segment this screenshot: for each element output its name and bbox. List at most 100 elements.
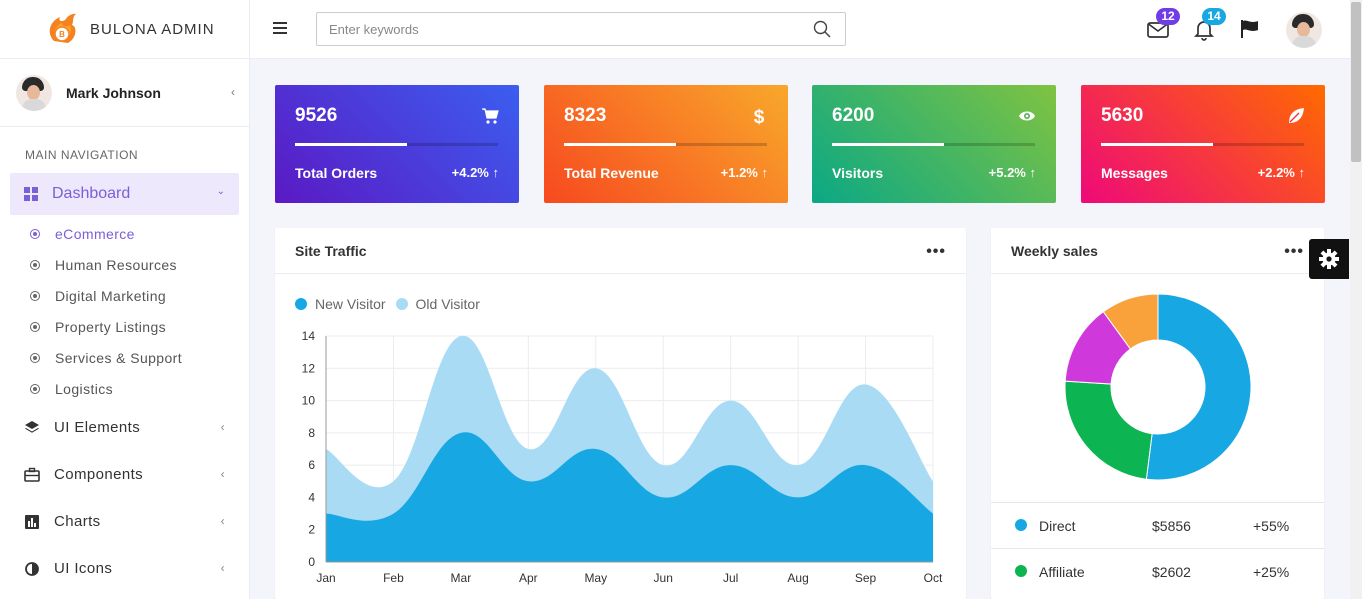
more-options-icon[interactable]: ••• xyxy=(926,243,946,261)
user-avatar[interactable] xyxy=(16,74,52,111)
nav-section-title: MAIN NAVIGATION xyxy=(25,148,139,162)
x-tick-label: Oct xyxy=(924,571,943,585)
contrast-icon xyxy=(25,561,39,576)
x-tick-label: Mar xyxy=(451,571,472,585)
stat-progress xyxy=(564,143,767,146)
stat-progress-fill xyxy=(564,143,676,146)
stat-card-orders: 9526 Total Orders +4.2% ↑ xyxy=(275,85,519,203)
x-tick-label: Feb xyxy=(383,571,404,585)
sidebar-subitem-logistics[interactable]: Logistics xyxy=(0,373,249,404)
sales-amount: $2602 xyxy=(1152,564,1191,580)
brand-name: BULONA ADMIN xyxy=(90,20,215,38)
arrow-up-icon: ↑ xyxy=(1029,165,1037,180)
bar-chart-icon xyxy=(25,514,39,529)
site-traffic-panel: Site Traffic ••• New Visitor Old Visitor… xyxy=(275,228,966,599)
stat-change: +2.2% ↑ xyxy=(1257,165,1306,180)
stat-value: 8323 xyxy=(564,105,607,126)
chevron-left-icon: ‹ xyxy=(220,420,225,434)
sidebar-collapse-icon[interactable]: ‹ xyxy=(231,85,235,99)
x-tick-label: May xyxy=(584,571,607,585)
radio-dot-icon xyxy=(30,383,40,394)
y-tick-label: 6 xyxy=(308,458,315,472)
stat-card-messages: 5630 Messages +2.2% ↑ xyxy=(1081,85,1325,203)
svg-text:B: B xyxy=(59,30,65,39)
x-tick-label: Apr xyxy=(519,571,538,585)
sales-channel: Direct xyxy=(1039,518,1076,534)
chevron-left-icon: ‹ xyxy=(220,561,225,575)
sidebar-subitem-label: Services & Support xyxy=(55,349,183,366)
arrow-up-icon: ↑ xyxy=(492,165,500,180)
y-tick-label: 14 xyxy=(302,329,316,343)
stat-progress xyxy=(1101,143,1304,146)
arrow-up-icon: ↑ xyxy=(1298,165,1306,180)
notification-badge: 14 xyxy=(1202,8,1226,25)
settings-button[interactable] xyxy=(1309,239,1349,279)
sidebar-subitem-property-listings[interactable]: Property Listings xyxy=(0,311,249,342)
dashboard-submenu: eCommerce Human Resources Digital Market… xyxy=(0,215,249,404)
search-input[interactable] xyxy=(317,13,777,45)
radio-dot-icon xyxy=(30,259,40,270)
sidebar-subitem-ecommerce[interactable]: eCommerce xyxy=(0,218,249,249)
svg-text:$: $ xyxy=(754,107,765,125)
x-tick-label: Aug xyxy=(787,571,808,585)
donut-slice-0 xyxy=(1145,293,1252,481)
radio-dot-icon xyxy=(30,352,40,363)
y-tick-label: 2 xyxy=(308,523,315,537)
sales-percent: +25% xyxy=(1253,564,1290,580)
stat-progress xyxy=(832,143,1035,146)
x-tick-label: Jul xyxy=(723,571,738,585)
topbar: 12 14 xyxy=(250,0,1350,59)
y-tick-label: 8 xyxy=(308,426,315,440)
sidebar-item-charts[interactable]: Charts ‹ xyxy=(0,498,249,545)
sidebar-item-label: UI Icons xyxy=(54,560,113,577)
sidebar-item-ui-elements[interactable]: UI Elements ‹ xyxy=(0,404,249,451)
stat-label: Total Revenue xyxy=(564,165,659,181)
radio-dot-icon xyxy=(30,290,40,301)
stat-card-revenue: 8323 $ Total Revenue +1.2% ↑ xyxy=(544,85,788,203)
stat-label: Messages xyxy=(1101,165,1168,181)
stat-progress-fill xyxy=(1101,143,1213,146)
user-box: Mark Johnson ‹ xyxy=(0,59,249,127)
language-button[interactable] xyxy=(1238,17,1262,41)
menu-toggle-icon[interactable] xyxy=(273,22,287,34)
x-tick-label: Sep xyxy=(855,571,877,585)
logo-icon: B xyxy=(49,13,76,43)
stat-change: +1.2% ↑ xyxy=(720,165,768,180)
x-tick-label: Jun xyxy=(654,571,673,585)
panel-header: Weekly sales ••• xyxy=(991,228,1324,274)
y-tick-label: 10 xyxy=(302,394,316,408)
sidebar-item-dashboard[interactable]: Dashboard ⌄ xyxy=(10,173,239,215)
sidebar: B BULONA ADMIN Mark Johnson ‹ MAIN NAVIG… xyxy=(0,0,250,599)
eye-icon xyxy=(1019,111,1035,121)
sidebar-item-label: Charts xyxy=(54,513,101,530)
scrollbar-thumb[interactable] xyxy=(1351,2,1361,162)
page-scrollbar[interactable] xyxy=(1350,0,1362,599)
more-options-icon[interactable]: ••• xyxy=(1284,243,1304,261)
panel-header: Site Traffic ••• xyxy=(275,228,966,274)
sales-amount: $5856 xyxy=(1152,518,1191,534)
sales-row-affiliate: Affiliate $2602 +25% xyxy=(991,548,1324,594)
mail-button[interactable]: 12 xyxy=(1146,8,1180,41)
sidebar-subitem-label: Human Resources xyxy=(55,256,177,273)
sidebar-item-ui-icons[interactable]: UI Icons ‹ xyxy=(0,545,249,592)
dashboard-icon xyxy=(24,187,38,201)
sidebar-subitem-digital-marketing[interactable]: Digital Marketing xyxy=(0,280,249,311)
dollar-icon: $ xyxy=(754,107,765,125)
sales-channel: Affiliate xyxy=(1039,564,1085,580)
brand[interactable]: B BULONA ADMIN xyxy=(0,0,249,59)
stat-change: +5.2% ↑ xyxy=(988,165,1037,180)
stat-value: 9526 xyxy=(295,105,338,126)
profile-avatar[interactable] xyxy=(1286,12,1322,48)
search-icon[interactable] xyxy=(813,20,831,38)
sidebar-item-components[interactable]: Components ‹ xyxy=(0,451,249,498)
sidebar-subitem-human-resources[interactable]: Human Resources xyxy=(0,249,249,280)
stat-change: +4.2% ↑ xyxy=(451,165,500,180)
gear-icon xyxy=(1319,249,1339,269)
panel-title: Site Traffic xyxy=(295,242,367,259)
notifications-button[interactable]: 14 xyxy=(1192,8,1226,41)
sidebar-subitem-services-support[interactable]: Services & Support xyxy=(0,342,249,373)
stat-label: Visitors xyxy=(832,165,884,181)
sales-row-direct: Direct $5856 +55% xyxy=(991,502,1324,548)
y-tick-label: 12 xyxy=(302,361,316,375)
weekly-sales-donut xyxy=(1064,293,1252,481)
